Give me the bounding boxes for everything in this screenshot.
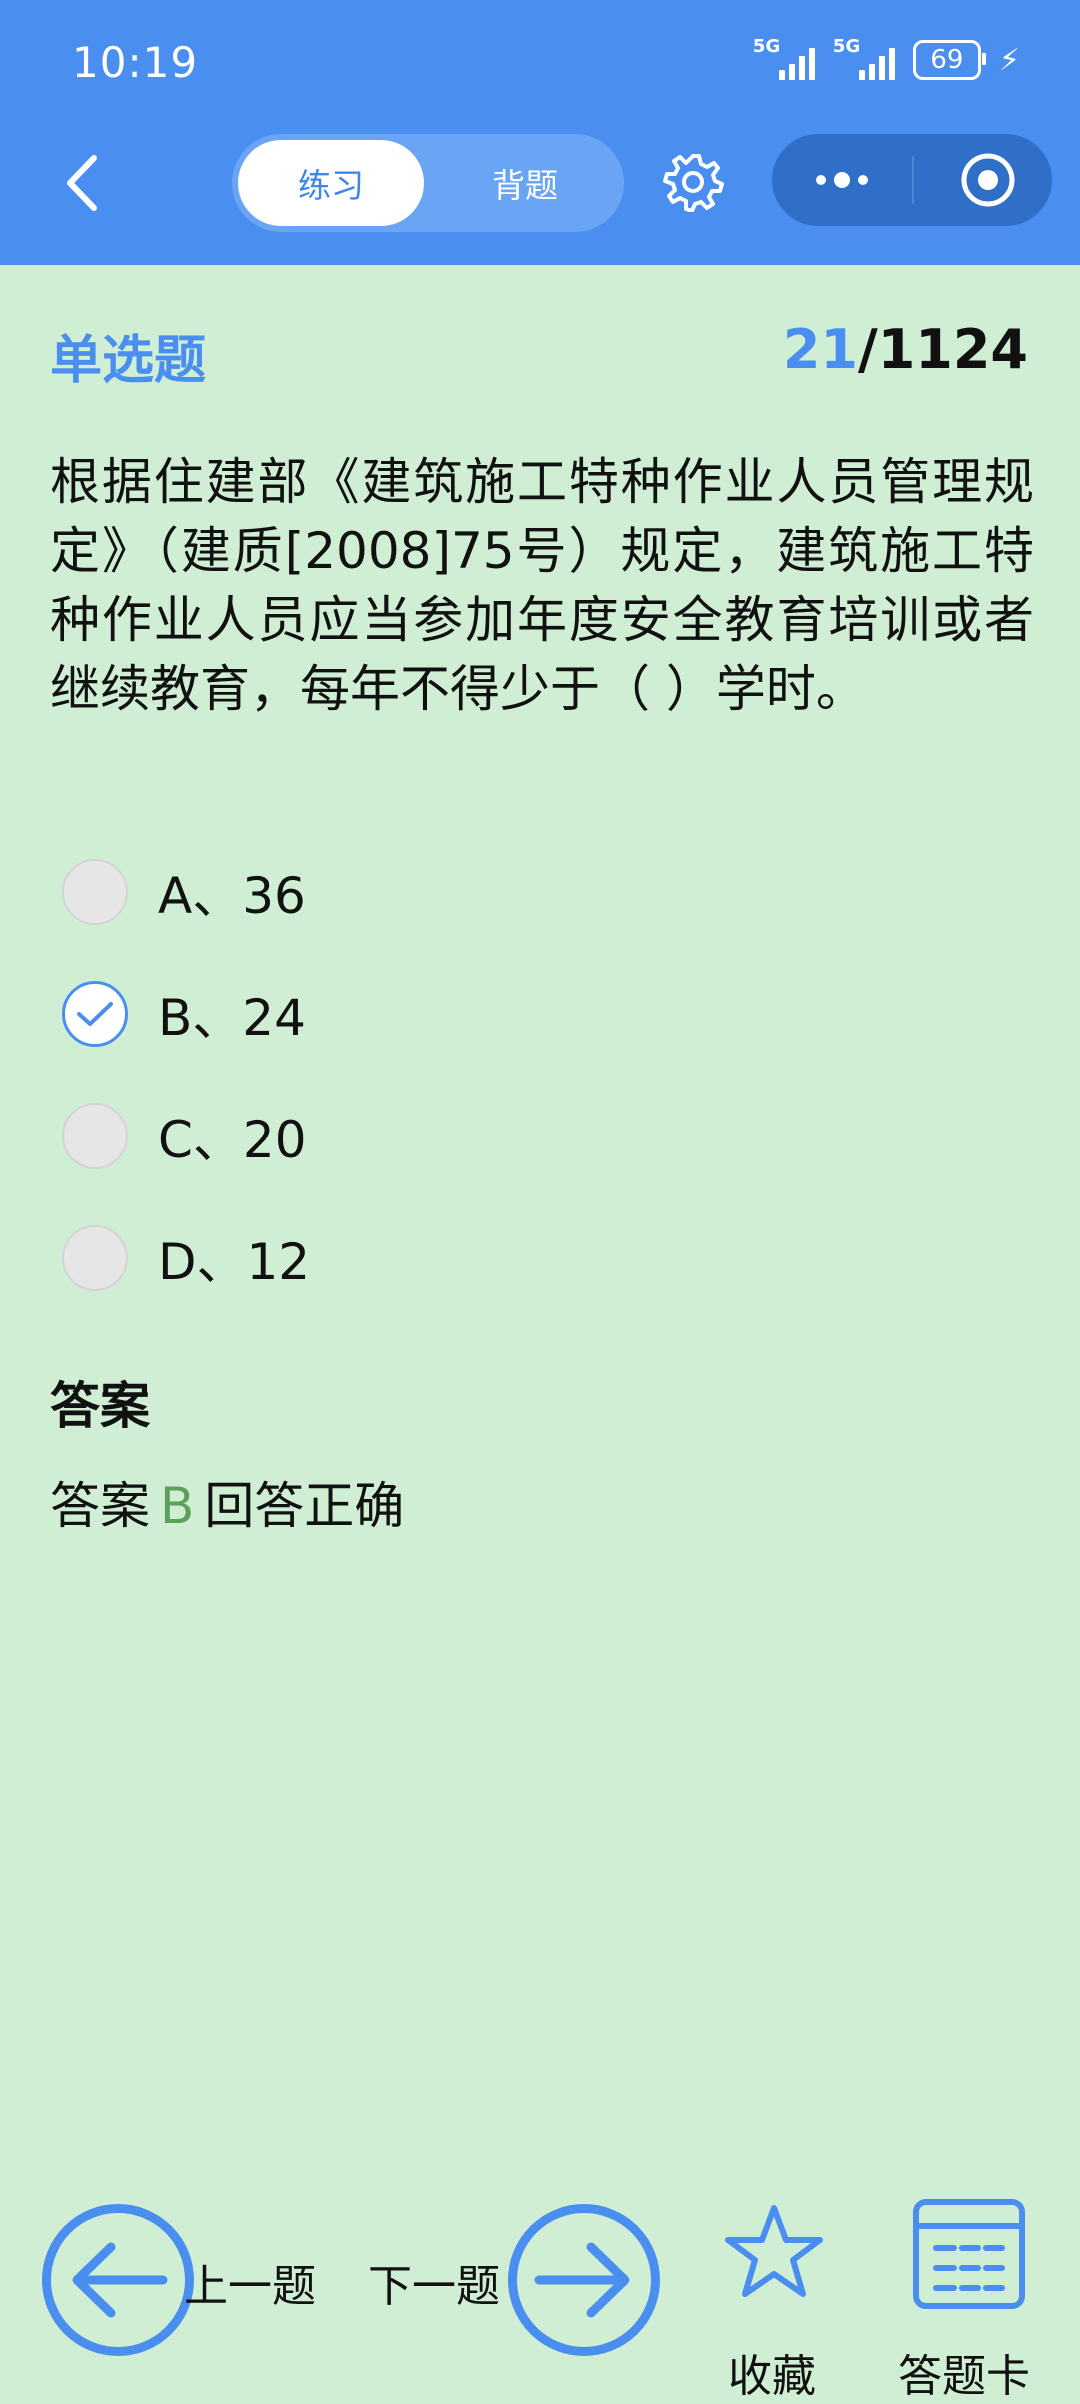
radio-a[interactable]: [62, 859, 128, 925]
charging-icon: ⚡: [998, 42, 1020, 78]
next-label[interactable]: 下一题: [368, 2250, 500, 2314]
chevron-left-icon: [67, 155, 97, 211]
battery-icon: 69: [912, 40, 986, 80]
answer-card-button[interactable]: [912, 2198, 1026, 2310]
settings-button[interactable]: [662, 150, 724, 213]
bottom-toolbar: 上一题 下一题 收藏 答题卡: [0, 2180, 1080, 2402]
close-miniprogram-button[interactable]: [958, 150, 1018, 210]
total-count: /1124: [857, 318, 1028, 381]
prev-button[interactable]: [42, 2204, 194, 2356]
answer-card-label[interactable]: 答题卡: [898, 2340, 1030, 2404]
option-d-label: D、12: [158, 1233, 311, 1291]
answer-result: 答案 B 回答正确: [50, 1466, 404, 1538]
option-c-label: C、20: [158, 1111, 307, 1169]
favorite-label[interactable]: 收藏: [728, 2340, 816, 2404]
prev-label[interactable]: 上一题: [184, 2250, 316, 2314]
signal-1-icon: 5G: [753, 36, 815, 80]
current-index: 21: [782, 318, 858, 381]
back-button[interactable]: [52, 148, 112, 218]
answer-status: 回答正确: [204, 1477, 405, 1535]
top-bar: 10:19 5G 5G 69 ⚡ 练习 背题: [0, 0, 1080, 265]
option-b[interactable]: B、24: [62, 974, 306, 1054]
more-button[interactable]: [772, 134, 912, 226]
option-a-label: A、36: [158, 867, 306, 925]
signal-2-icon: 5G: [833, 36, 895, 80]
status-time: 10:19: [72, 38, 199, 87]
option-d[interactable]: D、12: [62, 1218, 310, 1298]
next-button[interactable]: [508, 2204, 660, 2356]
option-c[interactable]: C、20: [62, 1096, 307, 1176]
radio-b[interactable]: [62, 981, 128, 1047]
miniprogram-capsule: [772, 134, 1052, 226]
arrow-left-icon: [72, 2242, 168, 2318]
answer-card-icon: [913, 2199, 1025, 2309]
radio-d[interactable]: [62, 1225, 128, 1291]
tab-memorize[interactable]: 背题: [432, 140, 618, 226]
battery-level: 69: [930, 45, 964, 75]
radio-c[interactable]: [62, 1103, 128, 1169]
target-icon: [961, 153, 1015, 207]
question-text: 根据住建部《建筑施工特种作业人员管理规定》（建质[2008]75号）规定，建筑施…: [50, 453, 1034, 718]
option-a[interactable]: A、36: [62, 852, 306, 932]
star-icon: [725, 2205, 823, 2297]
signal-2-label: 5G: [832, 36, 861, 57]
answer-prefix: 答案: [50, 1477, 150, 1535]
answer-heading: 答案: [50, 1377, 150, 1435]
question-progress: 21/1124: [783, 318, 1028, 381]
signal-1-label: 5G: [752, 36, 781, 57]
option-b-label: B、24: [158, 989, 306, 1047]
question-type: 单选题: [50, 331, 207, 391]
arrow-right-icon: [534, 2242, 630, 2318]
favorite-button[interactable]: [722, 2202, 826, 2302]
mode-segmented-control: 练习 背题: [232, 134, 624, 232]
capsule-divider: [912, 156, 914, 204]
tab-practice[interactable]: 练习: [238, 140, 424, 226]
answer-letter: B: [160, 1477, 195, 1535]
checkmark-icon: [77, 1002, 113, 1026]
status-icons: 5G 5G 69 ⚡: [753, 36, 1020, 80]
more-icon: [816, 175, 826, 185]
gear-icon: [663, 154, 724, 213]
